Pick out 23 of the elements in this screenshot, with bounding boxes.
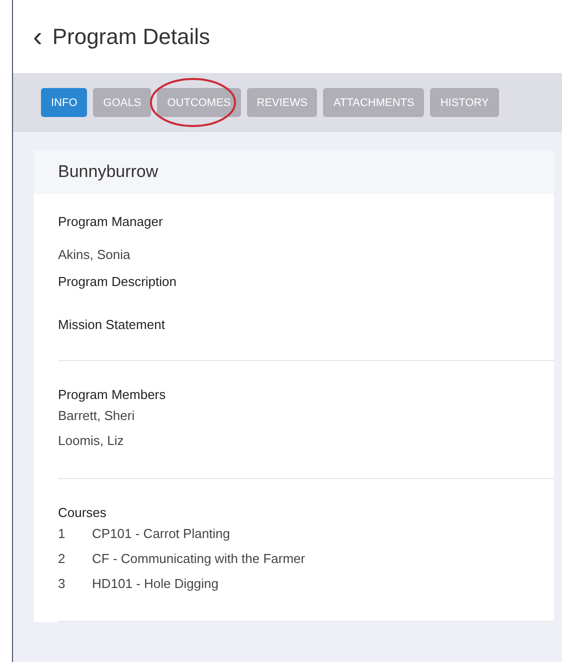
card-title: Bunnyburrow xyxy=(58,162,158,181)
tab[interactable]: OUTCOMES xyxy=(157,88,241,117)
back-icon[interactable]: ‹ xyxy=(33,22,42,50)
course-name: CF - Communicating with the Farmer xyxy=(92,551,306,566)
course-name: CP101 - Carrot Planting xyxy=(92,526,230,541)
section-label: Courses xyxy=(58,505,108,520)
tab[interactable]: INFO xyxy=(41,88,88,117)
field-label: Program Description xyxy=(58,274,178,289)
field-value: Akins, Sonia xyxy=(58,247,132,262)
tab[interactable]: REVIEWS xyxy=(246,88,318,117)
section-label: Program Members xyxy=(58,387,167,402)
course-name: HD101 - Hole Digging xyxy=(92,576,218,591)
tab[interactable]: ATTACHMENTS xyxy=(323,88,424,117)
course-number: 1 xyxy=(58,526,66,541)
page-title: Program Details xyxy=(52,24,210,50)
field-label: Mission Statement xyxy=(58,317,166,332)
field-label: Program Manager xyxy=(58,214,164,229)
member-name: Barrett, Sheri xyxy=(58,408,136,423)
course-number: 2 xyxy=(58,551,66,566)
tab[interactable]: GOALS xyxy=(93,88,152,117)
tab[interactable]: HISTORY xyxy=(430,88,499,117)
course-number: 3 xyxy=(58,576,66,591)
member-name: Loomis, Liz xyxy=(58,433,125,448)
